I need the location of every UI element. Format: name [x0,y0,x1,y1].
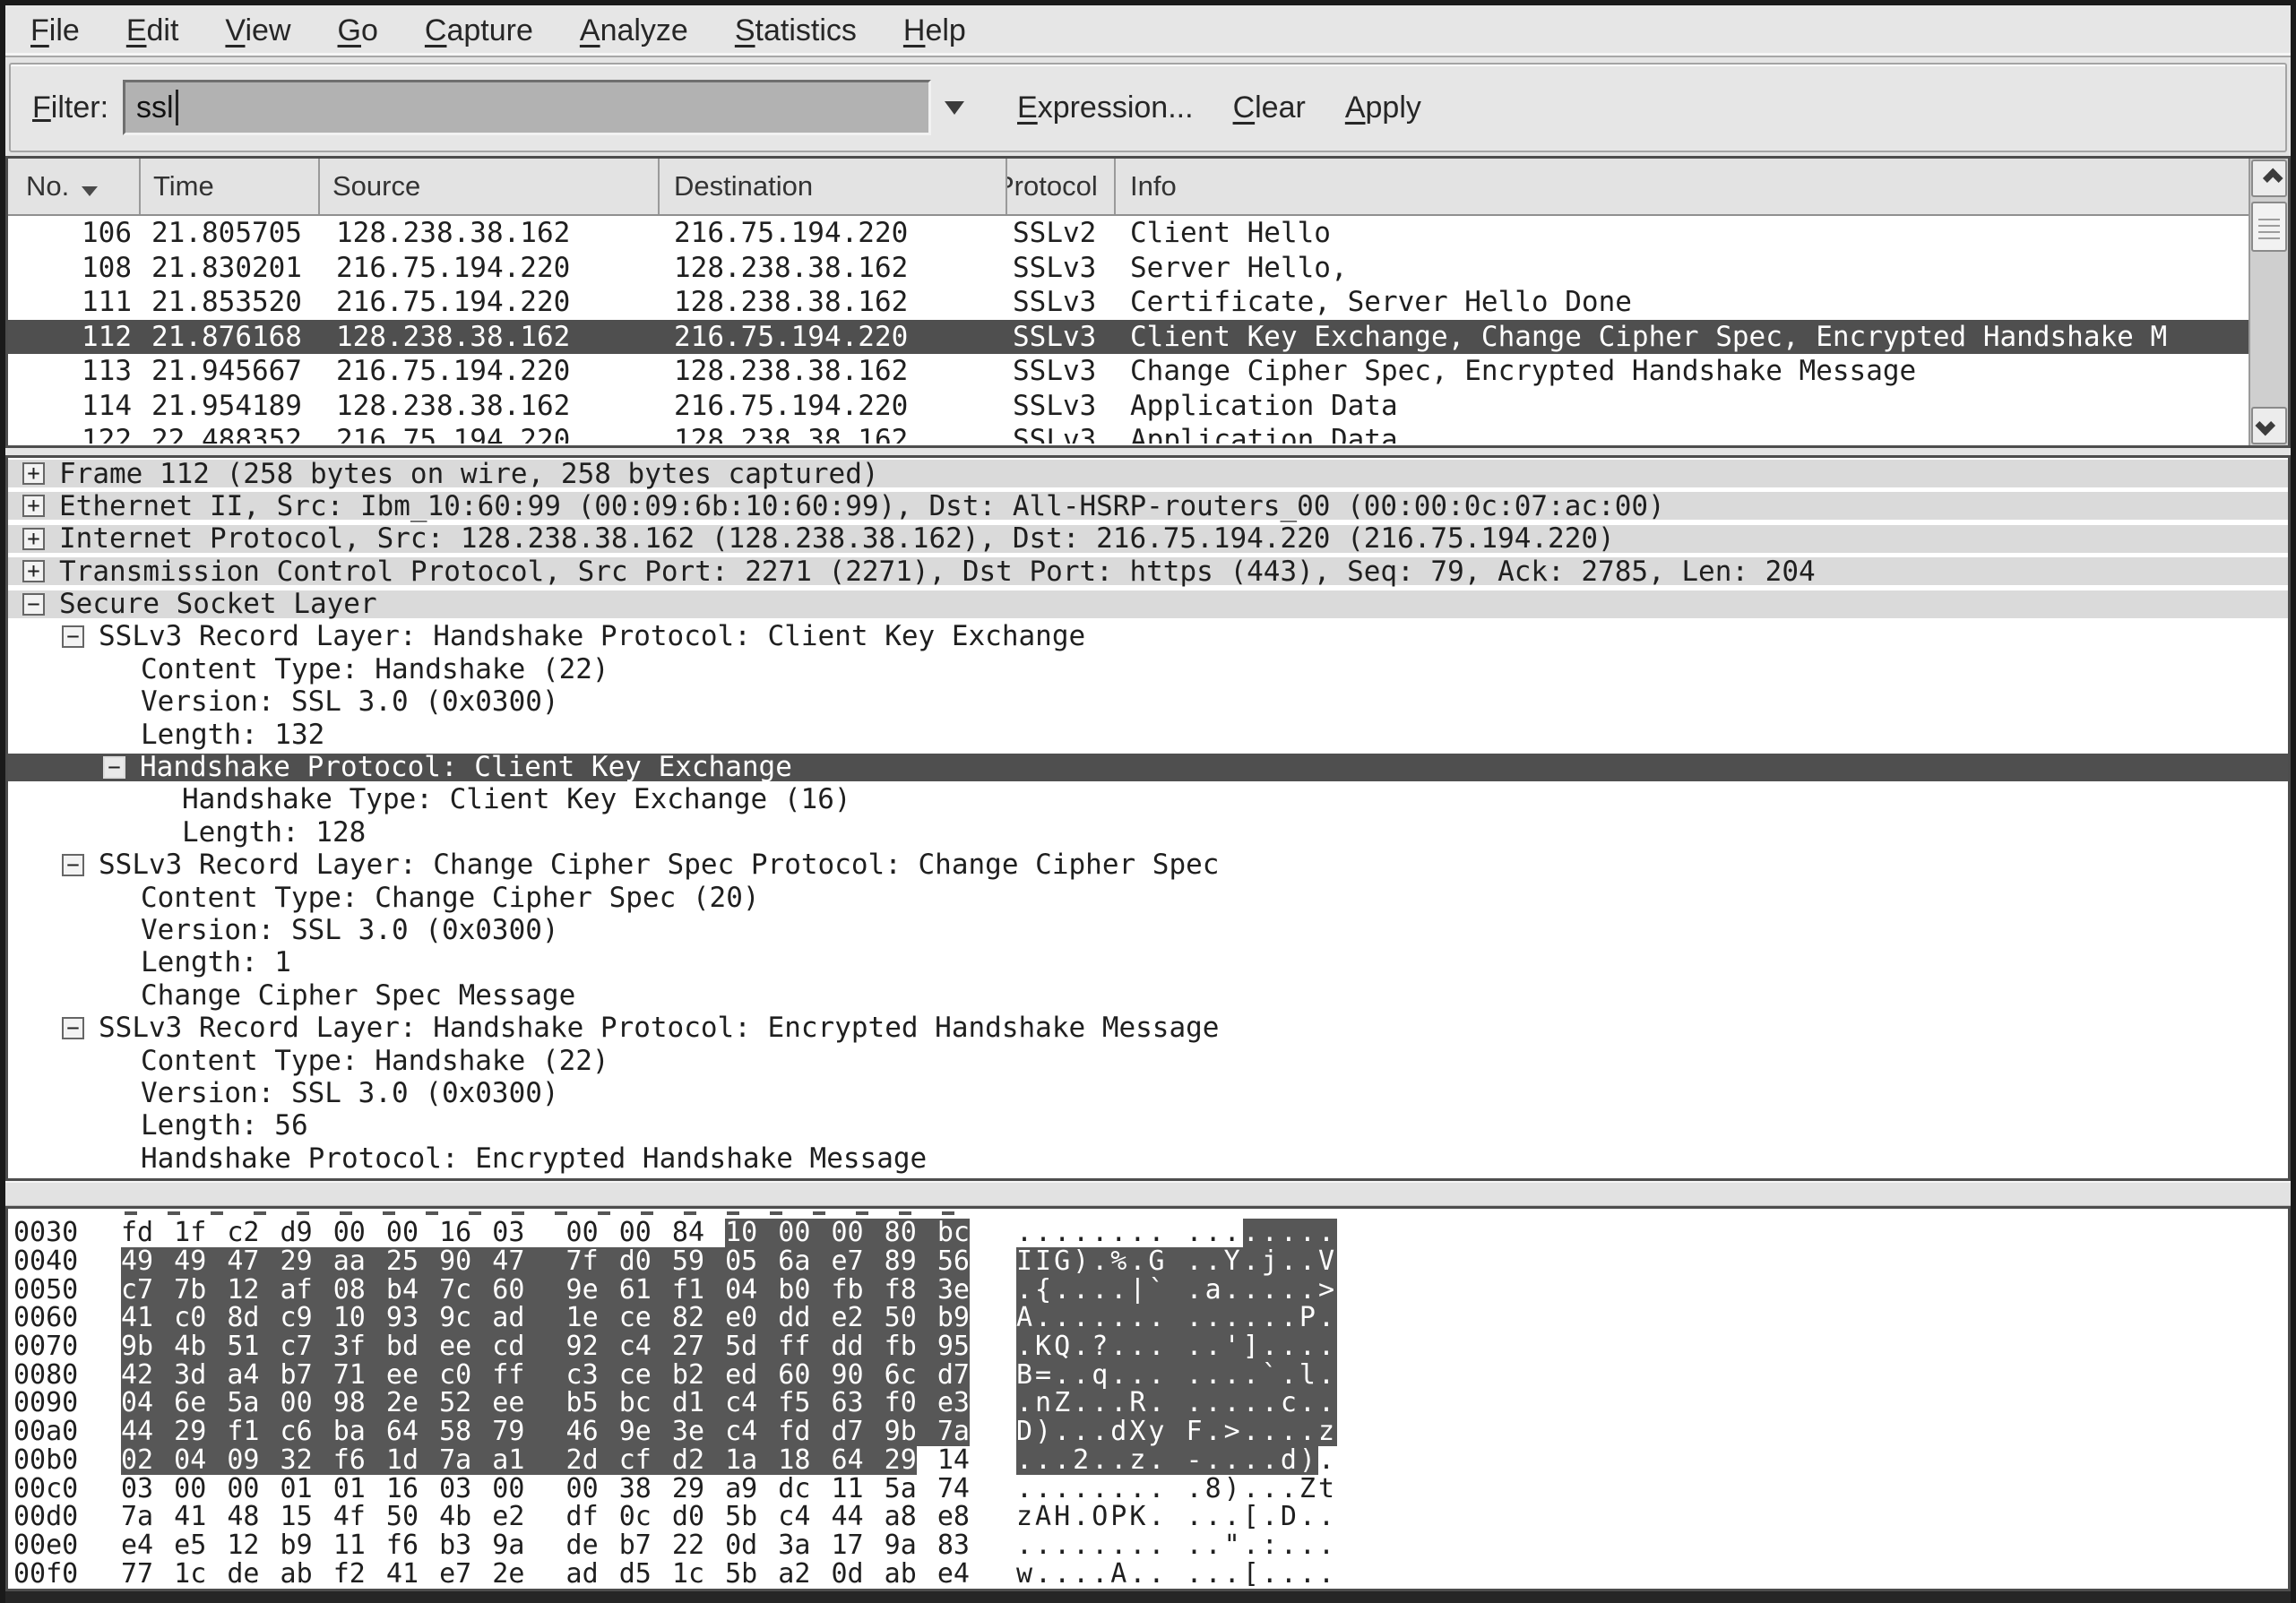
expression-button[interactable]: Expression... [1017,90,1194,125]
hex-row[interactable]: 00b0 02 04 09 32 f6 1d 7a a1 2d cf d2 1a … [8,1444,2288,1476]
hex-dump-pane: 0030 fd 1f c2 d9 00 00 16 03 00 00 84 10 … [5,1206,2291,1591]
filter-dropdown-button[interactable] [931,80,978,135]
menu-statistics[interactable]: Statistics [735,13,857,48]
detail-row-frame[interactable]: + Frame 112 (258 bytes on wire, 258 bytes… [8,458,2288,490]
detail-row[interactable]: Handshake Protocol: Encrypted Handshake … [8,1142,2288,1175]
packet-row-108[interactable]: 108 21.830201 216.75.194.220 128.238.38.162… [8,250,2249,285]
menu-file[interactable]: File [30,13,80,48]
detail-row[interactable]: Version: SSL 3.0 (0x0300) [8,1077,2288,1109]
expander-minus-icon[interactable]: − [103,755,125,779]
column-header-time[interactable]: Time [141,159,320,214]
hex-row[interactable]: 00d0 7a 41 48 15 4f 50 4b e2 df 0c d0 5b … [8,1501,2288,1532]
pane-separator[interactable] [5,1181,2291,1206]
packet-row-113[interactable]: 113 21.945667 216.75.194.220 128.238.38.162… [8,354,2249,389]
hex-row[interactable]: 00a0 44 29 f1 c6 ba 64 58 79 46 9e 3e c4 … [8,1416,2288,1447]
detail-row-ethernet[interactable]: + Ethernet II, Src: Ibm_10:60:99 (00:09:6… [8,490,2288,522]
packet-row-clipped[interactable]: 122 22.488352 216.75.194.220 128.238.38.162… [8,423,2249,444]
packet-list-header: No. Time Source Destination Protocol Inf… [8,159,2249,216]
detail-row[interactable]: Length: 128 [8,816,2288,849]
detail-row-selected-handshake[interactable]: − Handshake Protocol: Client Key Exchange [8,751,2288,784]
detail-row[interactable]: Content Type: Handshake (22) [8,653,2288,685]
expander-plus-icon[interactable]: + [22,527,45,550]
packet-rows: 106 21.805705 128.238.38.162 216.75.194.220… [8,216,2249,444]
column-header-source[interactable]: Source [320,159,660,214]
hex-row[interactable]: 00f0 77 1c de ab f2 41 e7 2e ad d5 1c 5b … [8,1558,2288,1589]
apply-button[interactable]: Apply [1345,90,1421,125]
hex-row[interactable]: 0050 c7 7b 12 af 08 b4 7c 60 9e 61 f1 04 … [8,1274,2288,1306]
detail-row[interactable]: Change Cipher Spec Message [8,979,2288,1012]
column-header-destination[interactable]: Destination [660,159,1007,214]
hex-row[interactable]: 0080 42 3d a4 b7 71 ee c0 ff c3 ce b2 ed … [8,1359,2288,1391]
detail-row[interactable]: Content Type: Handshake (22) [8,1045,2288,1077]
scroll-down-button[interactable] [2251,407,2287,444]
packet-row-114[interactable]: 114 21.954189 128.238.38.162 216.75.194.220… [8,388,2249,423]
detail-row[interactable]: Handshake Type: Client Key Exchange (16) [8,783,2288,816]
expander-minus-icon[interactable]: − [62,625,84,648]
filter-input[interactable]: ssl [123,80,932,135]
detail-row-tcp[interactable]: + Transmission Control Protocol, Src Port… [8,556,2288,588]
expander-minus-icon[interactable]: − [62,1016,84,1039]
hex-row[interactable]: 00c0 03 00 00 01 01 16 03 00 00 38 29 a9 … [8,1473,2288,1504]
detail-row[interactable]: Length: 132 [8,719,2288,751]
menu-analyze[interactable]: Analyze [580,13,688,48]
packet-list-pane: No. Time Source Destination Protocol Inf… [5,156,2291,448]
expander-plus-icon[interactable]: + [22,462,45,485]
detail-row-ip[interactable]: + Internet Protocol, Src: 128.238.38.162 … [8,522,2288,556]
chevron-down-icon [2255,415,2276,436]
filter-label: Filter: [32,90,109,125]
scroll-up-button[interactable] [2251,159,2287,197]
detail-row-record-1[interactable]: − SSLv3 Record Layer: Handshake Protocol:… [8,620,2288,653]
window-bottom-edge [5,1591,2291,1603]
text-cursor [175,90,178,125]
menu-capture[interactable]: Capture [425,13,533,48]
expander-plus-icon[interactable]: + [22,495,45,518]
column-header-no[interactable]: No. [8,159,141,214]
detail-row[interactable]: Version: SSL 3.0 (0x0300) [8,685,2288,719]
menu-help[interactable]: Help [903,13,966,48]
expander-minus-icon[interactable]: − [22,592,45,616]
hex-row[interactable]: 0060 41 c0 8d c9 10 93 9c ad 1e ce 82 e0 … [8,1302,2288,1333]
detail-row[interactable]: Length: 56 [8,1109,2288,1142]
sort-descending-icon [82,185,99,196]
menu-view[interactable]: View [225,13,290,48]
detail-row[interactable]: Length: 1 [8,946,2288,979]
detail-row-record-2[interactable]: − SSLv3 Record Layer: Change Cipher Spec … [8,849,2288,882]
window-content: File Edit View Go Capture Analyze Statis… [5,5,2291,1603]
packet-row-106[interactable]: 106 21.805705 128.238.38.162 216.75.194.220… [8,216,2249,251]
menu-bar: File Edit View Go Capture Analyze Statis… [5,5,2291,57]
column-header-protocol[interactable]: Protocol [1007,159,1116,214]
detail-row[interactable]: Version: SSL 3.0 (0x0300) [8,914,2288,946]
filter-toolbar: Filter: ssl Expression... Clear Apply [9,63,2287,152]
expander-minus-icon[interactable]: − [62,853,84,876]
wireshark-window: File Edit View Go Capture Analyze Statis… [0,0,2296,1603]
detail-row[interactable]: Content Type: Change Cipher Spec (20) [8,882,2288,914]
packet-row-112-selected[interactable]: 112 21.876168 128.238.38.162 216.75.194.220… [8,319,2249,354]
detail-row-ssl[interactable]: − Secure Socket Layer [8,588,2288,621]
hex-row[interactable]: 0070 9b 4b 51 c7 3f bd ee cd 92 c4 27 5d … [8,1331,2288,1362]
hex-row[interactable]: 0030 fd 1f c2 d9 00 00 16 03 00 00 84 10 … [8,1217,2288,1248]
detail-row-record-3[interactable]: − SSLv3 Record Layer: Handshake Protocol:… [8,1012,2288,1045]
packet-row-111[interactable]: 111 21.853520 216.75.194.220 128.238.38.162… [8,285,2249,320]
hex-row[interactable]: 00e0 e4 e5 12 b9 11 f6 b3 9a de b7 22 0d … [8,1530,2288,1561]
column-header-info[interactable]: Info [1116,159,2249,214]
chevron-up-icon [2262,168,2283,189]
hex-row[interactable]: 0090 04 6e 5a 00 98 2e 52 ee b5 bc d1 c4 … [8,1387,2288,1418]
vertical-scrollbar[interactable] [2249,159,2288,445]
expander-plus-icon[interactable]: + [22,560,45,583]
hex-row[interactable]: 0040 49 49 47 29 aa 25 90 47 7f d0 59 05 … [8,1245,2288,1277]
clear-button[interactable]: Clear [1233,90,1306,125]
filter-input-value: ssl [136,90,174,125]
scrollbar-thumb[interactable] [2251,202,2287,252]
packet-detail-pane: + Frame 112 (258 bytes on wire, 258 bytes… [5,455,2291,1181]
menu-edit[interactable]: Edit [126,13,179,48]
chevron-down-icon [945,100,965,115]
menu-go[interactable]: Go [338,13,378,48]
